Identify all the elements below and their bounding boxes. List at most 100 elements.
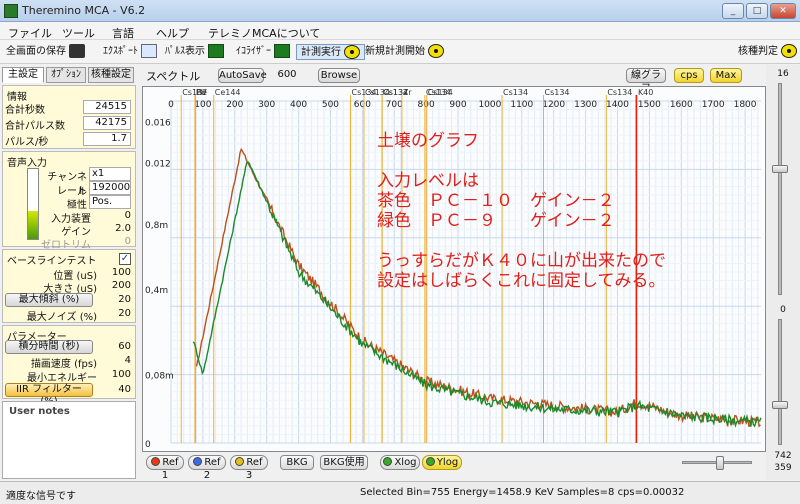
vertical-slider-thumb-bottom[interactable] bbox=[772, 401, 788, 409]
integration-time-button[interactable]: 積分時間 (秒) bbox=[5, 340, 93, 354]
x-tick-label: 500 bbox=[322, 100, 339, 110]
pulse-display-button[interactable]: ﾊﾟﾙｽ表示 bbox=[165, 44, 225, 60]
line-graph-button[interactable]: 線グラフ bbox=[626, 68, 666, 94]
browse-button[interactable]: Browse bbox=[318, 68, 360, 83]
radiation-icon bbox=[428, 44, 445, 58]
vertical-slider-track-bottom[interactable] bbox=[778, 319, 782, 445]
cps-button[interactable]: cps bbox=[674, 68, 704, 83]
channel-select[interactable]: x1 bbox=[89, 167, 131, 181]
tab-options[interactable]: ｵﾌﾟｼｮﾝ bbox=[46, 67, 86, 83]
led-icon bbox=[425, 457, 435, 466]
user-notes[interactable]: User notes bbox=[2, 401, 136, 479]
x-tick-label: 600 bbox=[354, 100, 371, 110]
waveform-icon bbox=[208, 44, 225, 58]
vertical-slider-track-top[interactable] bbox=[778, 83, 782, 295]
y-tick-label: 0,4m bbox=[145, 286, 168, 296]
horizontal-slider-thumb[interactable] bbox=[716, 456, 724, 470]
isotope-marker-label: Cs134 bbox=[428, 88, 453, 97]
x-tick-label: 400 bbox=[290, 100, 307, 110]
params-label: 最小エネルギー bbox=[27, 373, 97, 384]
camera-icon bbox=[69, 44, 86, 58]
status-bar: 適度な信号です Selected Bin=755 Energy=1458.9 K… bbox=[0, 481, 800, 504]
tab-nuclide[interactable]: 核種設定 bbox=[88, 67, 134, 83]
max-slope-button[interactable]: 最大傾斜 (%) bbox=[5, 293, 93, 307]
nuclide-identify-label: 核種判定 bbox=[738, 46, 778, 57]
close-button[interactable]: ✕ bbox=[770, 3, 796, 19]
minimize-button[interactable]: _ bbox=[722, 3, 744, 19]
baseline-title: ベースラインテスト bbox=[7, 256, 97, 267]
menu-bar: ファイル ツール 言語 ヘルプ テレミノMCAについて bbox=[0, 22, 800, 40]
export-button[interactable]: ｴｸｽﾎﾟｰﾄ bbox=[103, 44, 158, 60]
audio-label: レート bbox=[57, 186, 87, 197]
draw-speed-value[interactable]: 4 bbox=[99, 355, 131, 366]
top-value: 16 bbox=[777, 69, 789, 79]
window-title: Theremino MCA - V6.2 bbox=[22, 4, 146, 17]
params-section: パラメーター 積分時間 (秒) 60 描画速度 (fps) 4 最小エネルギー … bbox=[2, 325, 136, 407]
x-tick-label: 900 bbox=[449, 100, 466, 110]
iir-filter-value[interactable]: 40 bbox=[99, 384, 131, 395]
radiation-icon bbox=[344, 45, 361, 59]
polarity-select[interactable]: Pos. bbox=[89, 195, 131, 209]
selection-info: Selected Bin=755 Energy=1458.9 KeV Sampl… bbox=[360, 487, 685, 498]
x-tick-label: 0 bbox=[168, 100, 174, 110]
maximize-button[interactable]: □ bbox=[746, 3, 768, 19]
rate-select[interactable]: 192000 bbox=[89, 181, 131, 195]
x-tick-label: 800 bbox=[418, 100, 435, 110]
autosave-button[interactable]: AutoSave bbox=[218, 68, 267, 83]
vertical-slider-thumb-top[interactable] bbox=[772, 165, 788, 173]
gain-value[interactable]: 2.0 bbox=[93, 223, 131, 234]
y-tick-label: 0,8m bbox=[145, 221, 168, 231]
zero-trim-value[interactable]: 0 bbox=[93, 236, 131, 247]
isotope-marker-label: Be bbox=[197, 88, 207, 97]
max-button[interactable]: Max bbox=[710, 68, 742, 83]
menu-help[interactable]: ヘルプ bbox=[156, 25, 189, 41]
menu-language[interactable]: 言語 bbox=[112, 25, 134, 41]
bkg-button[interactable]: BKG bbox=[280, 455, 314, 470]
bottom-bar: Ref 1 Ref 2 Ref 3 BKG BKG使用 Xlog Ylog bbox=[142, 455, 766, 481]
new-measure-button[interactable]: 新規計測開始 bbox=[365, 44, 445, 60]
position-value[interactable]: 100 bbox=[99, 267, 131, 278]
menu-tools[interactable]: ツール bbox=[62, 25, 95, 41]
ref3-button[interactable]: Ref 3 bbox=[230, 455, 268, 481]
input-device-value[interactable]: 0 bbox=[93, 210, 131, 221]
isotope-marker-label: K40 bbox=[638, 88, 653, 97]
baseline-label: 最大ノイズ (%) bbox=[26, 312, 97, 323]
x-tick-label: 1500 bbox=[638, 100, 661, 110]
info-section: 情報 合計秒数 24515 合計パルス数 42175 パルス/秒 1.7 bbox=[2, 85, 136, 149]
audio-section: 音声入力 チャンネル x1 レート 192000 極性 Pos. 入力装置 0 … bbox=[2, 151, 136, 251]
pulse-display-label: ﾊﾟﾙｽ表示 bbox=[165, 46, 205, 57]
params-label: 描画速度 (fps) bbox=[30, 359, 97, 370]
menu-file[interactable]: ファイル bbox=[8, 25, 52, 41]
spectrum-plot[interactable]: 0 100 200 300 400 500 600 700 800 900 1000 1100 1200… bbox=[142, 86, 766, 452]
equalizer-button[interactable]: ｲｺﾗｲｻﾞｰ bbox=[236, 44, 291, 60]
max-slope-value[interactable]: 20 bbox=[99, 294, 131, 305]
xlog-button[interactable]: Xlog bbox=[380, 455, 420, 470]
ref2-button[interactable]: Ref 2 bbox=[188, 455, 226, 481]
size-value[interactable]: 200 bbox=[99, 280, 131, 291]
isotope-marker-label: Zr bbox=[403, 88, 412, 97]
y-tick-label: 0 bbox=[145, 440, 151, 450]
tab-main[interactable]: 主設定 bbox=[2, 67, 44, 83]
nuclide-identify-button[interactable]: 核種判定 bbox=[738, 44, 798, 60]
user-notes-title: User notes bbox=[9, 406, 70, 417]
max-noise-value[interactable]: 20 bbox=[99, 308, 131, 319]
audio-title: 音声入力 bbox=[7, 158, 47, 169]
x-tick-label: 1400 bbox=[606, 100, 629, 110]
measure-run-button[interactable]: 計測実行 bbox=[296, 44, 366, 60]
iir-filter-button[interactable]: IIR フィルター (%) bbox=[5, 383, 93, 407]
autosave-value[interactable]: 600 bbox=[272, 69, 302, 80]
value-742: 742 bbox=[774, 451, 792, 461]
x-tick-label: 1300 bbox=[574, 100, 597, 110]
menu-about[interactable]: テレミノMCAについて bbox=[208, 25, 320, 41]
info-label: 合計パルス数 bbox=[5, 121, 65, 132]
ref1-button[interactable]: Ref 1 bbox=[146, 455, 184, 481]
left-panel: 主設定 ｵﾌﾟｼｮﾝ 核種設定 情報 合計秒数 24515 合計パルス数 421… bbox=[0, 65, 140, 480]
integration-time-value[interactable]: 60 bbox=[99, 341, 131, 352]
x-tick-label: 1100 bbox=[510, 100, 533, 110]
min-energy-value[interactable]: 100 bbox=[99, 369, 131, 380]
isotope-marker-label: Cs134 bbox=[607, 88, 632, 97]
ylog-button[interactable]: Ylog bbox=[422, 455, 462, 470]
baseline-checkbox[interactable]: ✓ bbox=[119, 253, 131, 265]
bkg-use-button[interactable]: BKG使用 bbox=[320, 455, 368, 470]
save-screen-button[interactable]: 全画面の保存 bbox=[6, 44, 86, 60]
